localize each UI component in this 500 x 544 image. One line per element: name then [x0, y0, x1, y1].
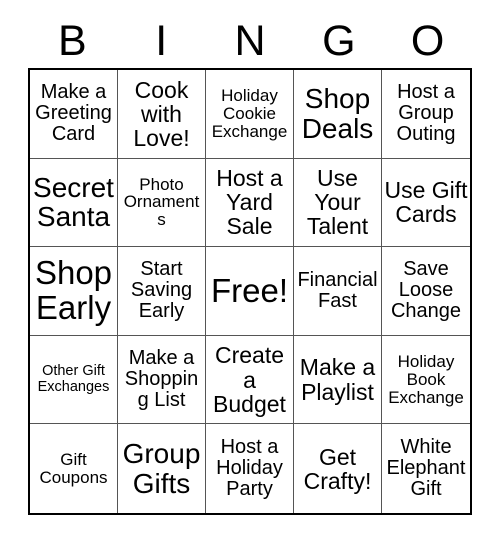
- bingo-cell[interactable]: Use Gift Cards: [382, 158, 470, 248]
- bingo-cell[interactable]: Host a Holiday Party: [206, 424, 294, 513]
- bingo-cell-label: Free!: [210, 271, 289, 309]
- bingo-cell-label: Make a Shopping List: [124, 347, 199, 412]
- bingo-cell-label: Start Saving Early: [130, 258, 193, 323]
- bingo-cell[interactable]: Host a Group Outing: [382, 70, 470, 159]
- header-letter-b: B: [58, 17, 87, 65]
- bingo-cell[interactable]: Financial Fast: [294, 247, 382, 336]
- bingo-cell[interactable]: Make a Shopping List: [118, 335, 206, 425]
- bingo-cell[interactable]: Start Saving Early: [118, 247, 206, 336]
- bingo-cell-label: Cook with Love!: [133, 76, 190, 151]
- bingo-cell[interactable]: Shop Deals: [294, 70, 382, 159]
- bingo-cell-label: Holiday Book Exchange: [388, 351, 464, 407]
- bingo-cell-label: Group Gifts: [122, 438, 201, 499]
- bingo-cell[interactable]: Cook with Love!: [118, 70, 206, 159]
- bingo-cell[interactable]: Gift Coupons: [30, 424, 118, 513]
- bingo-cell[interactable]: Group Gifts: [118, 424, 206, 513]
- bingo-card: B I N G O Make a Greeting Card Cook with…: [0, 0, 500, 544]
- bingo-cell-label: Make a Greeting Card: [35, 81, 112, 146]
- header-letter-i: I: [155, 17, 168, 65]
- bingo-cell[interactable]: Holiday Cookie Exchange: [206, 70, 294, 159]
- bingo-cell-label: Shop Deals: [301, 83, 374, 144]
- bingo-cell[interactable]: Photo Ornaments: [118, 158, 206, 248]
- header-letter-g: G: [322, 17, 356, 65]
- bingo-cell-label: White Elephant Gift: [386, 436, 466, 501]
- bingo-cell-label: Host a Group Outing: [396, 81, 456, 146]
- bingo-cell-label: Use Gift Cards: [384, 177, 468, 228]
- bingo-cell-label: Save Loose Change: [390, 258, 462, 323]
- bingo-cell-label: Get Crafty!: [303, 443, 372, 494]
- bingo-cell[interactable]: White Elephant Gift: [382, 424, 470, 513]
- bingo-cell[interactable]: Use Your Talent: [294, 158, 382, 248]
- bingo-cell-label: Gift Coupons: [39, 449, 108, 487]
- bingo-cell-label: Host a Holiday Party: [216, 436, 283, 501]
- bingo-cell[interactable]: Create a Budget: [206, 335, 294, 425]
- bingo-cell-label: Make a Playlist: [299, 354, 376, 405]
- bingo-cell[interactable]: Holiday Book Exchange: [382, 335, 470, 425]
- bingo-cell-label: Use Your Talent: [306, 165, 369, 240]
- bingo-cell-label: Holiday Cookie Exchange: [211, 86, 288, 141]
- bingo-cell[interactable]: Host a Yard Sale: [206, 158, 294, 248]
- header-letter-n: N: [234, 17, 266, 65]
- bingo-cell-label: Create a Budget: [213, 342, 286, 417]
- bingo-cell-label: Secret Santa: [33, 172, 114, 233]
- bingo-grid: Make a Greeting Card Cook with Love! Hol…: [28, 68, 472, 515]
- bingo-cell[interactable]: Get Crafty!: [294, 424, 382, 513]
- bingo-cell-free[interactable]: Free!: [206, 247, 294, 336]
- bingo-cell-label: Shop Early: [34, 254, 113, 326]
- bingo-cell-label: Financial Fast: [297, 268, 378, 312]
- bingo-cell-label: Host a Yard Sale: [216, 165, 283, 240]
- bingo-cell[interactable]: Make a Greeting Card: [30, 70, 118, 159]
- bingo-cell[interactable]: Secret Santa: [30, 158, 118, 248]
- bingo-cell-label: Other Gift Exchanges: [37, 363, 110, 395]
- bingo-cell[interactable]: Other Gift Exchanges: [30, 335, 118, 425]
- bingo-cell[interactable]: Save Loose Change: [382, 247, 470, 336]
- bingo-cell[interactable]: Shop Early: [30, 247, 118, 336]
- bingo-header: B I N G O: [28, 0, 472, 64]
- bingo-cell[interactable]: Make a Playlist: [294, 335, 382, 425]
- header-letter-o: O: [410, 17, 445, 65]
- bingo-cell-label: Photo Ornaments: [123, 174, 200, 230]
